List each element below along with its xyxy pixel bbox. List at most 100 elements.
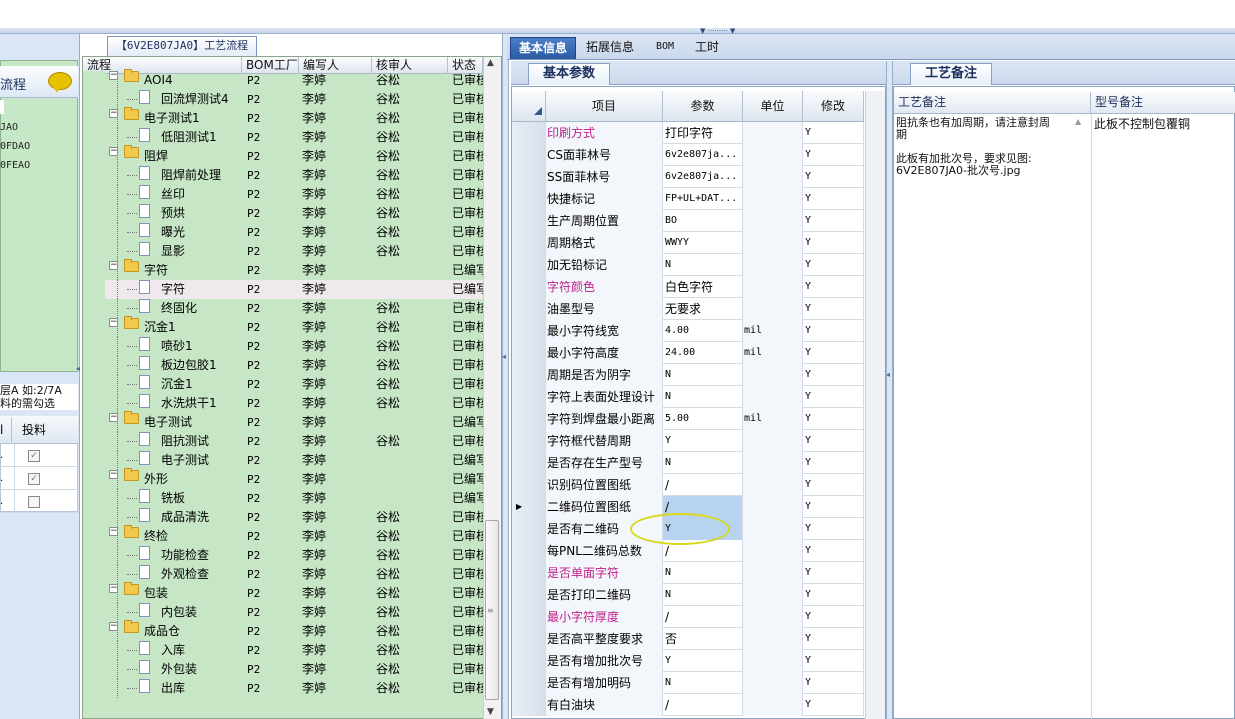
tree-row[interactable]: 字符 P2 李婷 已编写 [83,280,483,299]
row-header[interactable] [512,386,546,408]
col-header-param[interactable]: 参数 [663,91,743,122]
param-row[interactable]: 最小字符厚度 / Y [512,606,864,628]
collapse-icon[interactable]: − [109,147,118,156]
row-header[interactable] [512,276,546,298]
tree-row[interactable]: 成品清洗 P2 李婷 谷松 已审核 [83,508,483,527]
param-modify-cell[interactable]: Y [803,232,864,254]
tree-row[interactable]: 外观检查 P2 李婷 谷松 已审核 [83,565,483,584]
splitter-arrow-icon[interactable]: ◂ [886,370,890,379]
tab-bom[interactable]: BOM [648,37,682,59]
param-unit-cell[interactable] [743,452,803,474]
left-list-item[interactable]: JAO [0,122,18,133]
param-value-cell[interactable]: 4.00 [663,320,743,342]
collapse-icon[interactable]: − [109,622,118,631]
param-row[interactable]: 字符颜色 白色字符 Y [512,276,864,298]
model-remark-text[interactable]: 此板不控制包覆铜 [1094,117,1232,131]
row-header[interactable] [512,474,546,496]
tree-row[interactable]: 内包装 P2 李婷 谷松 已审核 [83,603,483,622]
row-header[interactable] [512,408,546,430]
param-modify-cell[interactable]: Y [803,364,864,386]
chat-bubble-icon[interactable] [48,72,72,93]
param-row[interactable]: 是否有增加明码 N Y [512,672,864,694]
param-unit-cell[interactable] [743,540,803,562]
param-row[interactable]: 印刷方式 打印字符 Y [512,122,864,144]
param-value-cell[interactable]: 否 [663,628,743,650]
param-unit-cell[interactable] [743,694,803,716]
param-value-cell[interactable]: 6v2e807ja... [663,166,743,188]
tree-row[interactable]: 曝光 P2 李婷 谷松 已审核 [83,223,483,242]
param-unit-cell[interactable] [743,606,803,628]
tree-row[interactable]: − 外形 P2 李婷 已编写 [83,468,483,489]
vertical-splitter[interactable] [502,34,509,719]
row-header[interactable] [512,452,546,474]
param-value-cell[interactable]: 6v2e807ja... [663,144,743,166]
feed-checkbox[interactable] [28,496,40,508]
col-header-item[interactable]: 项目 [546,91,663,122]
tree-row[interactable]: 显影 P2 李婷 谷松 已审核 [83,242,483,261]
param-modify-cell[interactable]: Y [803,650,864,672]
row-header[interactable] [512,562,546,584]
param-row[interactable]: 最小字符高度 24.00 mil Y [512,342,864,364]
row-header[interactable] [512,166,546,188]
param-unit-cell[interactable]: mil [743,408,803,430]
collapse-icon[interactable]: − [109,413,118,422]
param-modify-cell[interactable]: Y [803,584,864,606]
param-modify-cell[interactable]: Y [803,166,864,188]
param-value-cell[interactable]: N [663,562,743,584]
tab-extended-info[interactable]: 拓展信息 [578,37,642,59]
tree-row[interactable]: 铣板 P2 李婷 已编写 [83,489,483,508]
param-modify-cell[interactable]: Y [803,254,864,276]
row-header[interactable] [512,650,546,672]
param-unit-cell[interactable]: mil [743,342,803,364]
param-unit-cell[interactable] [743,210,803,232]
param-unit-cell[interactable] [743,144,803,166]
row-header[interactable] [512,188,546,210]
param-modify-cell[interactable]: Y [803,320,864,342]
tree-row[interactable]: 板边包胶1 P2 李婷 谷松 已审核 [83,356,483,375]
vertical-splitter-right[interactable] [886,61,893,719]
row-header[interactable] [512,540,546,562]
tab-basic-params[interactable]: 基本参数 [528,63,610,85]
row-header[interactable] [512,672,546,694]
param-value-cell[interactable]: N [663,452,743,474]
param-row[interactable]: 识别码位置图纸 / Y [512,474,864,496]
row-header[interactable] [512,320,546,342]
tab-process-remarks[interactable]: 工艺备注 [910,63,992,85]
param-unit-cell[interactable] [743,474,803,496]
row-header[interactable] [512,122,546,144]
collapse-icon[interactable]: − [109,71,118,80]
param-row[interactable]: 是否高平整度要求否 Y [512,628,864,650]
param-modify-cell[interactable]: Y [803,122,864,144]
param-modify-cell[interactable]: Y [803,606,864,628]
collapse-icon[interactable]: − [109,261,118,270]
collapse-icon[interactable]: − [109,318,118,327]
param-row[interactable]: 有白油块 / Y [512,694,864,716]
param-modify-cell[interactable]: Y [803,474,864,496]
param-value-cell[interactable]: N [663,254,743,276]
row-header[interactable] [512,694,546,716]
remark-scroll-up-icon[interactable]: ▲ [1075,117,1081,126]
param-value-cell[interactable]: BO [663,210,743,232]
tree-row[interactable]: − 阻焊 P2 李婷 谷松 已审核 [83,145,483,166]
tree-row[interactable]: 外包装 P2 李婷 谷松 已审核 [83,660,483,679]
param-unit-cell[interactable] [743,584,803,606]
row-header[interactable] [512,606,546,628]
param-unit-cell[interactable] [743,122,803,144]
row-header[interactable] [512,518,546,540]
tree-row[interactable]: 电子测试 P2 李婷 已编写 [83,451,483,470]
tree-row[interactable]: 水洗烘干1 P2 李婷 谷松 已审核 [83,394,483,413]
param-unit-cell[interactable] [743,298,803,320]
tree-row[interactable]: 功能检查 P2 李婷 谷松 已审核 [83,546,483,565]
tree-row[interactable]: 低阻测试1 P2 李婷 谷松 已审核 [83,128,483,147]
row-header[interactable] [512,364,546,386]
param-value-cell[interactable]: 5.00 [663,408,743,430]
param-value-cell[interactable]: N [663,364,743,386]
tab-basic-info[interactable]: 基本信息 [510,37,577,59]
tree-row[interactable]: 预烘 P2 李婷 谷松 已审核 [83,204,483,223]
param-modify-cell[interactable]: Y [803,342,864,364]
param-modify-cell[interactable]: Y [803,408,864,430]
param-unit-cell[interactable] [743,672,803,694]
col-header-unit[interactable]: 单位 [743,91,803,122]
param-modify-cell[interactable]: Y [803,386,864,408]
collapse-icon[interactable]: − [109,527,118,536]
